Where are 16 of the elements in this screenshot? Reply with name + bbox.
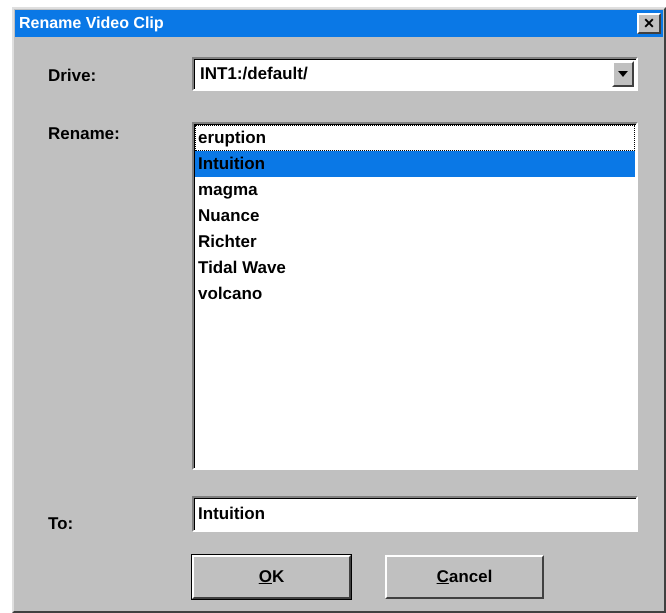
list-item[interactable]: volcano [195, 281, 635, 307]
list-item[interactable]: Nuance [195, 203, 635, 229]
rename-label: Rename: [48, 123, 121, 145]
window-title: Rename Video Clip [19, 14, 164, 32]
list-item[interactable]: Intuition [195, 151, 635, 177]
ok-button[interactable]: OK [192, 555, 351, 599]
list-item[interactable]: Richter [195, 229, 635, 255]
new-name-field[interactable]: Intuition [192, 496, 638, 532]
list-item[interactable]: eruption [195, 125, 635, 151]
cancel-button[interactable]: Cancel [385, 555, 544, 599]
close-button[interactable]: × [637, 13, 661, 34]
to-label: To: [48, 513, 74, 534]
list-item[interactable]: Tidal Wave [195, 255, 635, 281]
list-item[interactable]: magma [195, 177, 635, 203]
drive-label: Drive: [48, 65, 98, 87]
drive-dropdown[interactable]: INT1:/default/ [192, 57, 638, 91]
